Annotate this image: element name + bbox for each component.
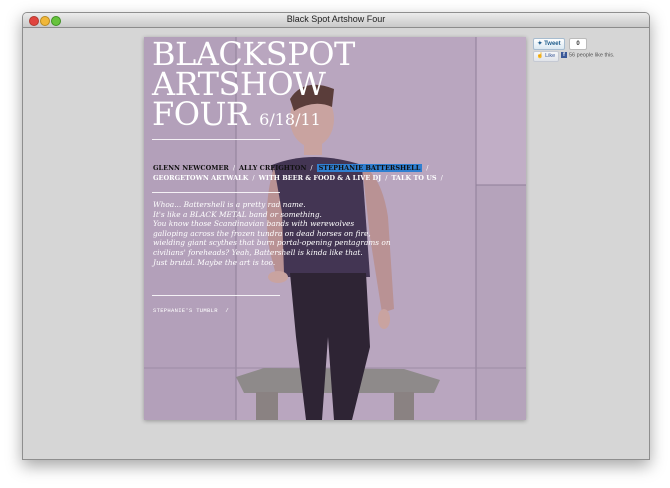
nav-separator: / (440, 174, 443, 182)
nav-georgetown-artwalk[interactable]: GEORGETOWN ARTWALK (153, 174, 248, 182)
nav-separator: / (232, 164, 236, 172)
like-count-label: 56 people like this. (569, 52, 615, 59)
tweet-button[interactable]: ✦ Tweet (533, 38, 565, 50)
page-content: BLACKSPOT ARTSHOW FOUR 6/18/11 GLENN NEW… (23, 28, 649, 459)
blurb-line: Whoa... Battershell is a pretty rad name… (153, 200, 306, 209)
nav-stephanie-battershell[interactable]: STEPHANIE BATTERSHELL (316, 164, 423, 172)
show-date: 6/18/11 (259, 110, 321, 129)
tumblr-link[interactable]: STEPHANIE'S TUMBLR (153, 307, 218, 314)
tumblr-link-row: STEPHANIE'S TUMBLR / (153, 307, 229, 314)
show-headline: BLACKSPOT ARTSHOW FOUR 6/18/11 (152, 38, 355, 135)
title-bar[interactable]: Black Spot Artshow Four (23, 13, 649, 28)
nav-separator: / (252, 174, 255, 182)
tweet-count: 0 (569, 38, 587, 50)
nav-glenn-newcomer[interactable]: GLENN NEWCOMER (153, 164, 229, 172)
nav-separator: / (426, 164, 429, 172)
blurb-line: galloping across the frozen tundra on de… (153, 228, 371, 238)
nav-separator: / (385, 174, 388, 182)
nav-rule (152, 192, 280, 193)
nav-talk-to-us[interactable]: TALK TO US (391, 174, 436, 182)
thumbs-up-icon: ☝ (536, 53, 544, 59)
like-count-text: f 56 people like this. (561, 52, 615, 58)
browser-window: Black Spot Artshow Four BLACKSPOT ARTSHO… (22, 12, 650, 460)
blurb-line: civilians' foreheads? Yeah, Battershell … (153, 247, 363, 257)
artist-nav: GLENN NEWCOMER / ALLY CREIGHTON / STEPHANIE … (153, 164, 432, 172)
twitter-bird-icon: ✦ (537, 41, 543, 47)
nav-ally-creighton[interactable]: ALLY CREIGHTON (239, 164, 306, 172)
like-label: Like (545, 53, 556, 59)
nav-beer-food-dj[interactable]: WITH BEER & FOOD & A LIVE DJ (259, 174, 382, 182)
tweet-label: Tweet (544, 41, 561, 47)
hero-panel: BLACKSPOT ARTSHOW FOUR 6/18/11 GLENN NEW… (144, 37, 526, 420)
blurb-line: wielding giant scythes that burn portal-… (153, 238, 391, 248)
blurb-line: Just brutal. Maybe the art is too. (153, 257, 276, 267)
blurb-line: It's like a BLACK METAL band or somethin… (153, 209, 322, 219)
facebook-icon: f (561, 52, 567, 58)
info-nav: GEORGETOWN ARTWALK / WITH BEER & FOOD & A … (153, 174, 447, 182)
blurb-rule (152, 295, 280, 296)
nav-separator: / (310, 164, 313, 172)
facebook-like-button[interactable]: ☝ Like (533, 51, 559, 62)
headline-line-3: FOUR 6/18/11 (152, 98, 355, 135)
window-title: Black Spot Artshow Four (286, 14, 386, 24)
headline-rule (152, 139, 280, 140)
artist-blurb: Whoa... Battershell is a pretty rad name… (153, 200, 443, 267)
tumblr-separator: / (225, 307, 230, 314)
blurb-line: You know those Scandinavian bands with w… (153, 219, 355, 229)
headline-line-3-text: FOUR (152, 95, 250, 133)
